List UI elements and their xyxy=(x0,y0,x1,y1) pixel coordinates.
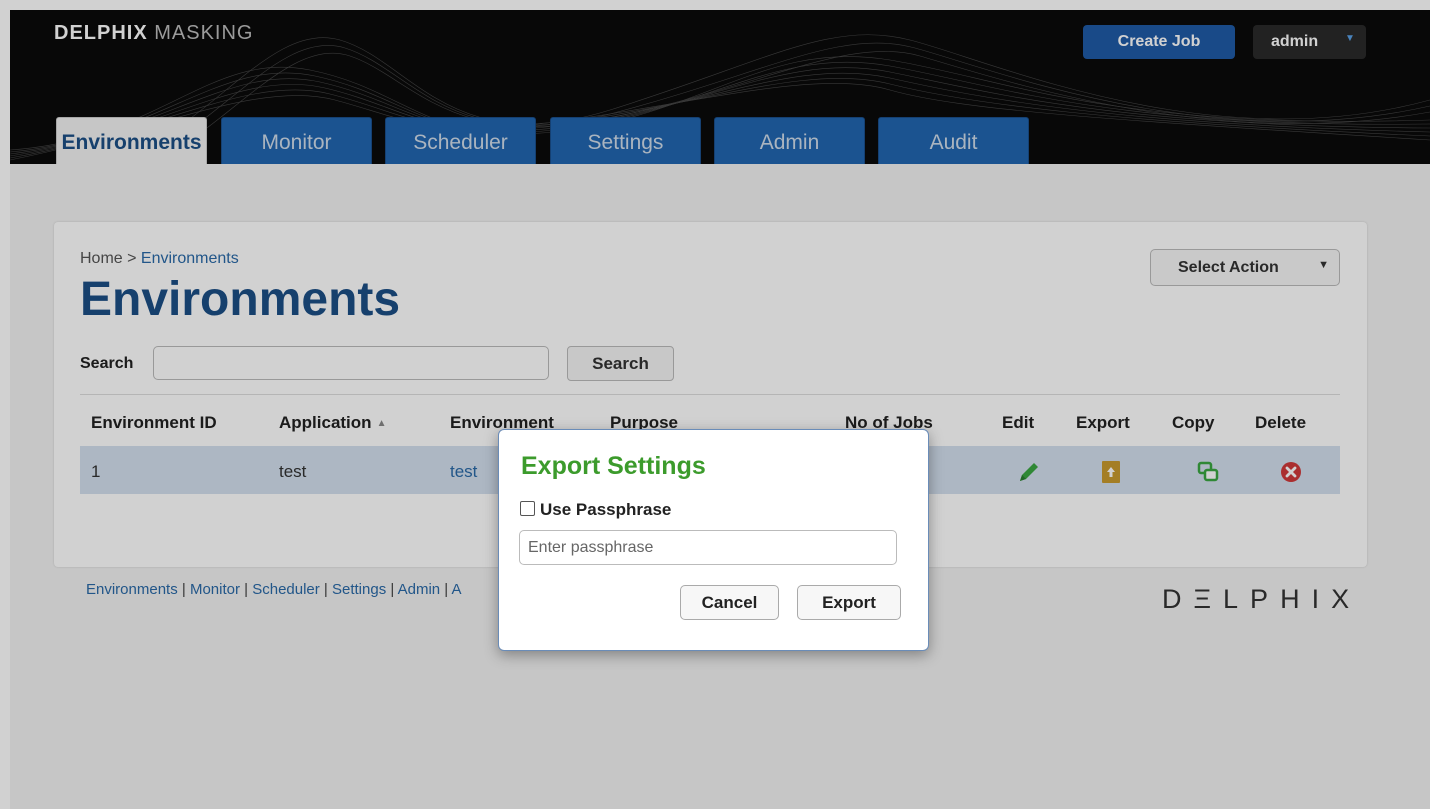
export-button[interactable]: Export xyxy=(797,585,901,620)
export-settings-dialog: Export Settings Use Passphrase Enter pas… xyxy=(498,429,929,651)
cancel-button[interactable]: Cancel xyxy=(680,585,779,620)
modal-backdrop[interactable] xyxy=(0,0,1430,809)
use-passphrase-label: Use Passphrase xyxy=(540,500,672,519)
use-passphrase-checkbox[interactable] xyxy=(520,501,535,516)
use-passphrase-option[interactable]: Use Passphrase xyxy=(520,500,671,520)
dialog-title: Export Settings xyxy=(521,452,706,480)
passphrase-input[interactable]: Enter passphrase xyxy=(519,530,897,565)
